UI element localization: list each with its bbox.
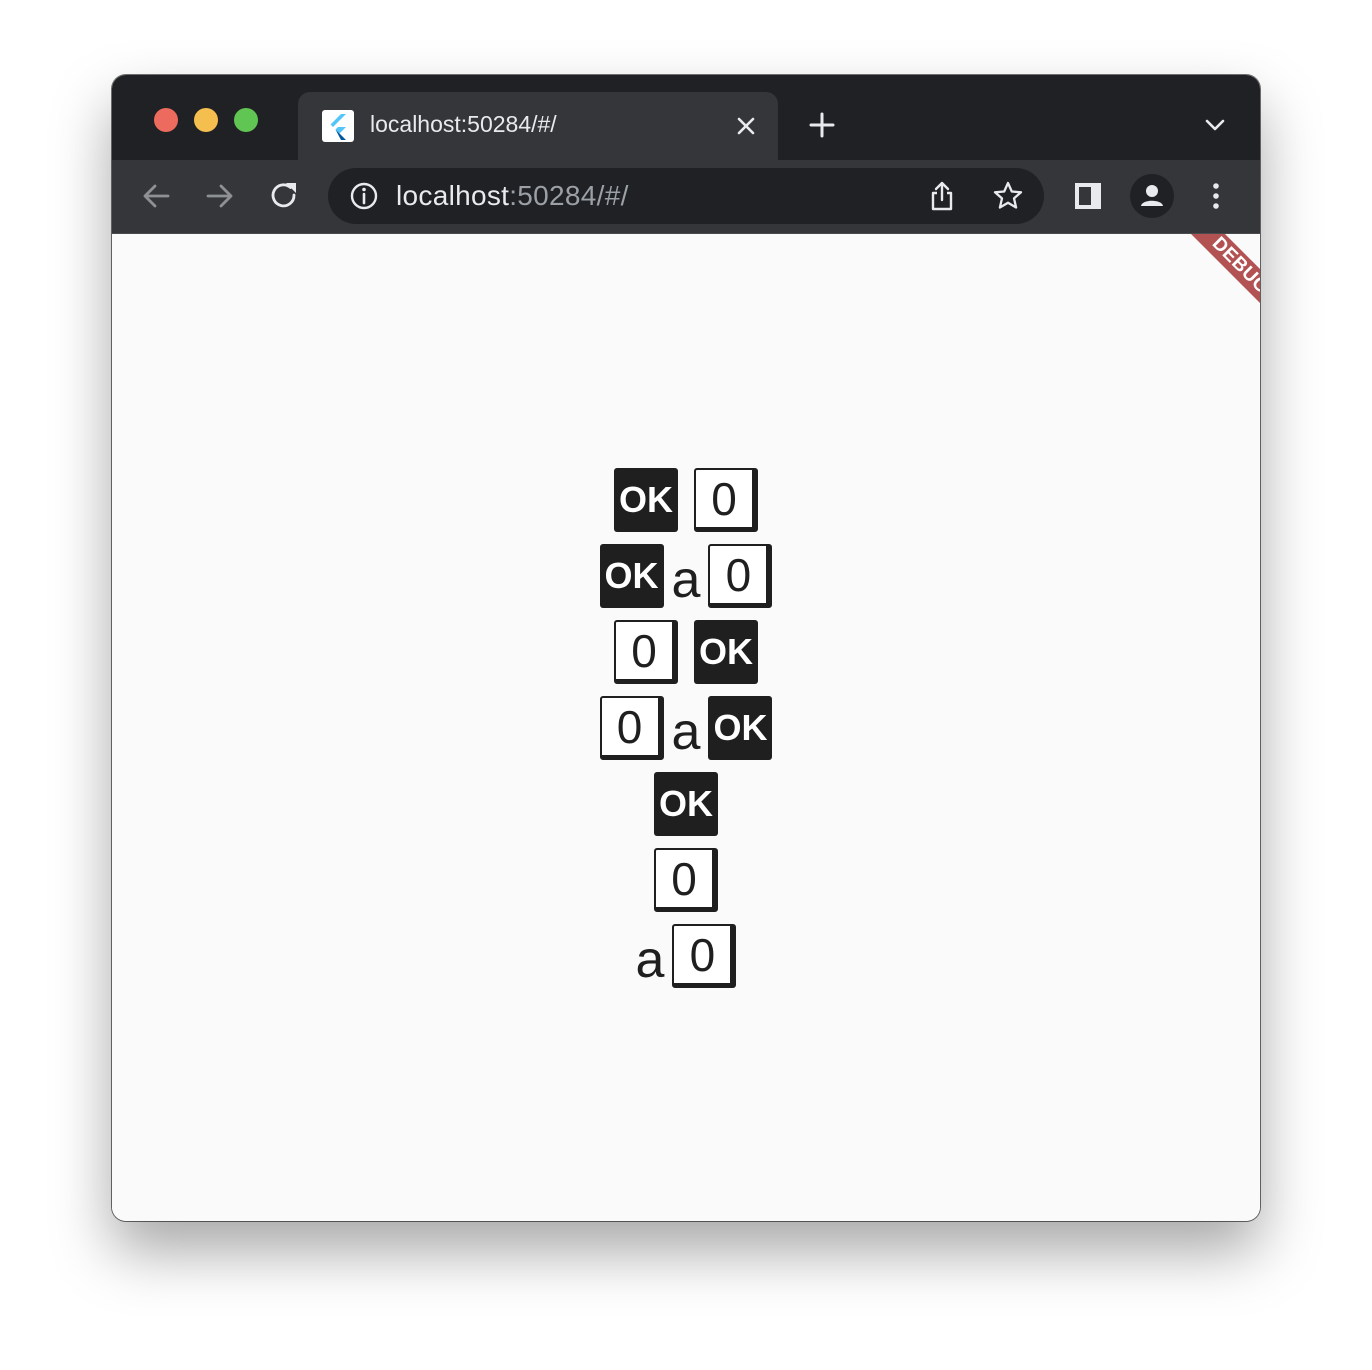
letter-a: a [635, 931, 665, 989]
zero-key: 0 [614, 620, 678, 684]
ok-key: OK [614, 468, 678, 532]
keycap-row: a0 [112, 923, 1260, 989]
letter-a: a [671, 551, 701, 609]
close-window-button[interactable] [154, 108, 178, 132]
keycap-row: OK a 0 [112, 543, 1260, 609]
maximize-window-button[interactable] [234, 108, 258, 132]
letter-a: a [671, 703, 701, 761]
profile-icon[interactable] [1130, 174, 1174, 218]
browser-window: localhost:50284/#/ localhost:50284/#/ DE… [112, 75, 1260, 1221]
browser-toolbar: localhost:50284/#/ [112, 160, 1260, 234]
url-text: localhost:50284/#/ [396, 180, 629, 212]
arrow-left-icon[interactable] [138, 178, 174, 214]
tab-title: localhost:50284/#/ [370, 111, 557, 137]
ok-key: OK [654, 772, 718, 836]
side-panel-icon[interactable] [1070, 178, 1106, 214]
url-path: :50284/#/ [509, 180, 629, 211]
chevron-down-icon[interactable] [1202, 115, 1228, 135]
keycap-row: 0 a OK [112, 695, 1260, 761]
arrow-right-icon[interactable] [202, 178, 238, 214]
address-bar[interactable]: localhost:50284/#/ [328, 168, 1044, 224]
tab-strip: localhost:50284/#/ [112, 75, 1260, 160]
close-icon[interactable] [732, 112, 760, 140]
debug-banner: DEBUG [1178, 234, 1260, 328]
reload-icon[interactable] [266, 178, 302, 214]
zero-key: 0 [599, 696, 664, 760]
ok-key: OK [694, 620, 758, 684]
url-host: localhost [396, 180, 510, 211]
minimize-window-button[interactable] [194, 108, 218, 132]
keycap-row: OK 0 [112, 467, 1260, 533]
share-icon[interactable] [924, 178, 960, 214]
keycap-row: 0 OK [112, 619, 1260, 685]
page-content: DEBUG OK 0 OK a 0 0 OK 0 a OK OK 0 a 0 [112, 234, 1260, 1221]
star-icon[interactable] [990, 178, 1026, 214]
info-icon[interactable] [346, 178, 382, 214]
keycap-row: OK [112, 771, 1260, 837]
keycap-row: 0 [112, 847, 1260, 913]
zero-key: 0 [654, 848, 718, 912]
ok-key: OK [599, 544, 664, 608]
zero-key: 0 [694, 468, 758, 532]
zero-key: 0 [672, 924, 737, 988]
zero-key: 0 [708, 544, 773, 608]
plus-icon[interactable] [806, 109, 838, 141]
ok-key: OK [708, 696, 773, 760]
flutter-logo-icon [322, 110, 354, 142]
kebab-menu-icon[interactable] [1198, 178, 1234, 214]
tab-active[interactable]: localhost:50284/#/ [298, 92, 778, 160]
